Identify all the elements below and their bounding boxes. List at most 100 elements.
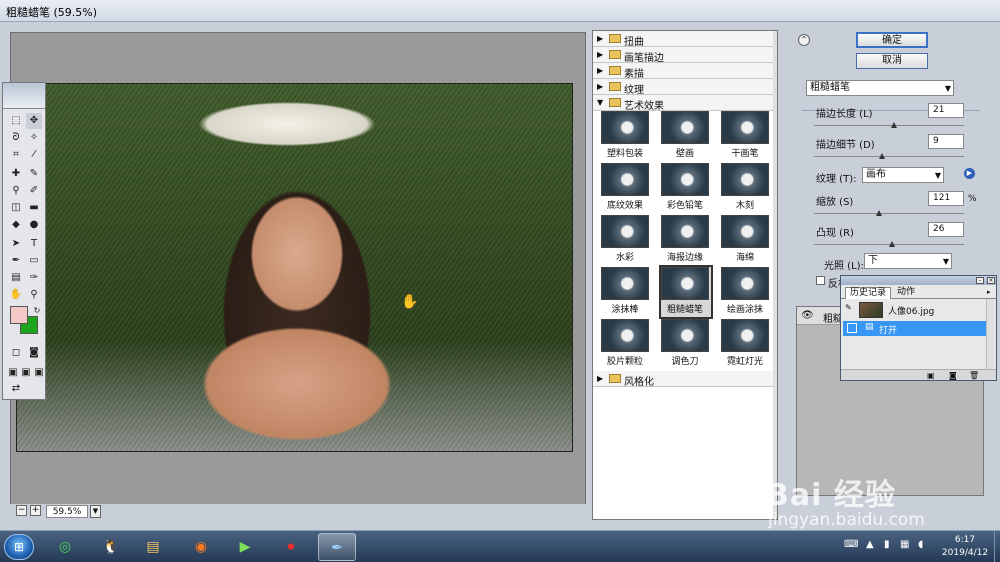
clock[interactable]: 6:17 2019/4/12 xyxy=(937,534,993,560)
category-artistic[interactable]: ▼ 艺术效果 xyxy=(593,95,775,112)
blur-tool-icon[interactable]: ◆ xyxy=(8,217,24,233)
standard-mode-icon[interactable]: ◻ xyxy=(8,345,24,361)
gradient-tool-icon[interactable]: ▬ xyxy=(26,200,42,216)
swap-colors-icon[interactable]: ↻ xyxy=(29,303,45,319)
filter-thumb-rough-pastels[interactable]: 粗糙蜡笔 xyxy=(659,265,713,319)
taskbar-360-browser-icon[interactable]: ◎ xyxy=(46,533,84,561)
tab-actions[interactable]: 动作 xyxy=(893,287,919,299)
taskbar-recorder-icon[interactable]: ⏺ xyxy=(272,533,310,561)
scaling-slider-thumb[interactable] xyxy=(875,210,882,216)
volume-icon[interactable]: ◖ xyxy=(918,539,923,550)
keyboard-icon[interactable]: ⌨ xyxy=(844,539,858,550)
filter-select[interactable]: 粗糙蜡笔 ▼ xyxy=(806,80,954,96)
start-button[interactable]: ⊞ xyxy=(4,534,34,560)
invert-checkbox[interactable] xyxy=(816,276,825,285)
texture-menu-icon[interactable]: ▶ xyxy=(964,168,975,179)
filter-thumb-sponge[interactable]: 海绵 xyxy=(721,215,771,265)
category-distort[interactable]: ▶ 扭曲 xyxy=(593,31,775,48)
crop-tool-icon[interactable]: ⌗ xyxy=(8,147,24,163)
zoom-in-button[interactable]: + xyxy=(30,505,41,516)
filter-thumb-cutout[interactable]: 木刻 xyxy=(721,163,771,213)
taskbar-qq-icon[interactable]: 🐧 xyxy=(92,533,130,561)
stroke-length-slider-thumb[interactable] xyxy=(890,122,897,128)
stroke-length-input[interactable]: 21 xyxy=(928,103,964,118)
lasso-tool-icon[interactable]: ᘐ xyxy=(8,130,24,146)
texture-select[interactable]: 画布 ▼ xyxy=(862,167,944,183)
panel-menu-icon[interactable]: ▸ xyxy=(983,287,995,299)
eye-icon[interactable]: 👁 xyxy=(801,310,814,321)
history-snapshot[interactable]: ✎ 人像06.jpg xyxy=(843,301,993,319)
close-icon[interactable]: × xyxy=(987,277,995,284)
stroke-length-slider[interactable] xyxy=(814,125,964,126)
taskbar-explorer-icon[interactable]: ▤ xyxy=(134,533,172,561)
snapshot-camera-icon[interactable]: ◙ xyxy=(949,371,957,380)
marquee-tool-icon[interactable]: ⬚ xyxy=(8,113,24,129)
stroke-detail-input[interactable]: 9 xyxy=(928,134,964,149)
scaling-slider[interactable] xyxy=(814,213,964,214)
zoom-out-button[interactable]: − xyxy=(16,505,27,516)
category-texture[interactable]: ▶ 纹理 xyxy=(593,79,775,96)
filter-thumb-watercolor[interactable]: 水彩 xyxy=(601,215,651,265)
stroke-detail-slider[interactable] xyxy=(814,156,964,157)
filter-thumb-smudge-stick[interactable]: 涂抹棒 xyxy=(601,267,651,317)
zoom-dropdown-button[interactable]: ▼ xyxy=(90,505,101,518)
history-brush-icon[interactable]: ✐ xyxy=(26,183,42,199)
usb-device-icon[interactable]: ▮ xyxy=(884,539,890,550)
show-hidden-icons-icon[interactable]: ▲ xyxy=(866,539,874,550)
brush-tool-icon[interactable]: ✎ xyxy=(26,166,42,182)
healing-brush-icon[interactable]: ✚ xyxy=(8,166,24,182)
network-icon[interactable]: ▦ xyxy=(900,539,909,550)
history-panel-titlebar[interactable]: – × xyxy=(841,276,996,285)
zoom-tool-icon[interactable]: ⚲ xyxy=(26,287,42,303)
tab-history[interactable]: 历史记录 xyxy=(845,287,892,299)
relief-slider-thumb[interactable] xyxy=(889,241,895,247)
edit-in-imageready-icon[interactable]: ⇄ xyxy=(8,381,24,397)
taskbar-media-icon[interactable]: ▶ xyxy=(226,533,264,561)
screen-mode-full-icon[interactable]: ▣ xyxy=(31,365,47,381)
dodge-tool-icon[interactable]: ● xyxy=(26,217,42,233)
relief-input[interactable]: 26 xyxy=(928,222,964,237)
gallery-scrollbar[interactable] xyxy=(773,31,777,519)
filter-thumb-poster-edges[interactable]: 海报边缘 xyxy=(661,215,711,265)
slice-tool-icon[interactable]: ⁄ xyxy=(26,147,42,163)
filter-thumb-fresco[interactable]: 壁画 xyxy=(661,111,711,161)
clone-stamp-icon[interactable]: ⚲ xyxy=(8,183,24,199)
notes-tool-icon[interactable]: ▤ xyxy=(8,270,24,286)
quick-mask-icon[interactable]: ◙ xyxy=(26,345,42,361)
preview-area[interactable]: ✋ xyxy=(10,32,586,519)
minimize-icon[interactable]: – xyxy=(976,277,984,284)
shape-tool-icon[interactable]: ▭ xyxy=(26,253,42,269)
foreground-color-swatch[interactable] xyxy=(10,306,28,324)
eraser-tool-icon[interactable]: ◫ xyxy=(8,200,24,216)
filter-thumb-paint-daubs[interactable]: 绘画涂抹 xyxy=(721,267,771,317)
cancel-button[interactable]: 取消 xyxy=(856,53,928,69)
type-tool-icon[interactable]: T xyxy=(26,236,42,252)
taskbar-firefox-icon[interactable]: ◉ xyxy=(182,533,220,561)
show-desktop-button[interactable] xyxy=(994,531,1000,562)
filter-thumb-film-grain[interactable]: 胶片颗粒 xyxy=(601,319,651,369)
filter-thumb-underpainting[interactable]: 底纹效果 xyxy=(601,163,651,213)
stroke-detail-slider-thumb[interactable] xyxy=(878,153,885,159)
filter-thumb-plastic-wrap[interactable]: 塑料包装 xyxy=(601,111,651,161)
eyedropper-icon[interactable]: ✑ xyxy=(26,270,42,286)
history-item-open[interactable]: ▤ 打开 xyxy=(843,321,993,336)
collapse-gallery-button[interactable]: ⌃ xyxy=(798,34,810,46)
light-select[interactable]: 下 ▼ xyxy=(864,253,952,269)
ok-button[interactable]: 确定 xyxy=(856,32,928,48)
trash-icon[interactable]: 🗑 xyxy=(969,371,979,380)
hand-tool-icon[interactable]: ✋ xyxy=(8,287,24,303)
category-brush-strokes[interactable]: ▶ 画笔描边 xyxy=(593,47,775,64)
filter-thumb-neon-glow[interactable]: 霓虹灯光 xyxy=(721,319,771,369)
filter-thumb-palette-knife[interactable]: 调色刀 xyxy=(661,319,711,369)
path-select-icon[interactable]: ➤ xyxy=(8,236,24,252)
new-document-from-state-icon[interactable]: ▣ xyxy=(927,371,935,380)
history-scrollbar[interactable] xyxy=(986,299,994,369)
history-brush-source-icon[interactable]: ✎ xyxy=(845,303,852,312)
category-stylize[interactable]: ▶ 风格化 xyxy=(593,371,775,388)
preview-image[interactable]: ✋ xyxy=(16,83,573,452)
filter-thumb-dry-brush[interactable]: 干画笔 xyxy=(721,111,771,161)
move-tool-icon[interactable]: ✥ xyxy=(26,113,42,129)
taskbar-photoshop-icon[interactable]: ✒ xyxy=(318,533,356,561)
magic-wand-icon[interactable]: ✧ xyxy=(26,130,42,146)
pen-tool-icon[interactable]: ✒ xyxy=(8,253,24,269)
